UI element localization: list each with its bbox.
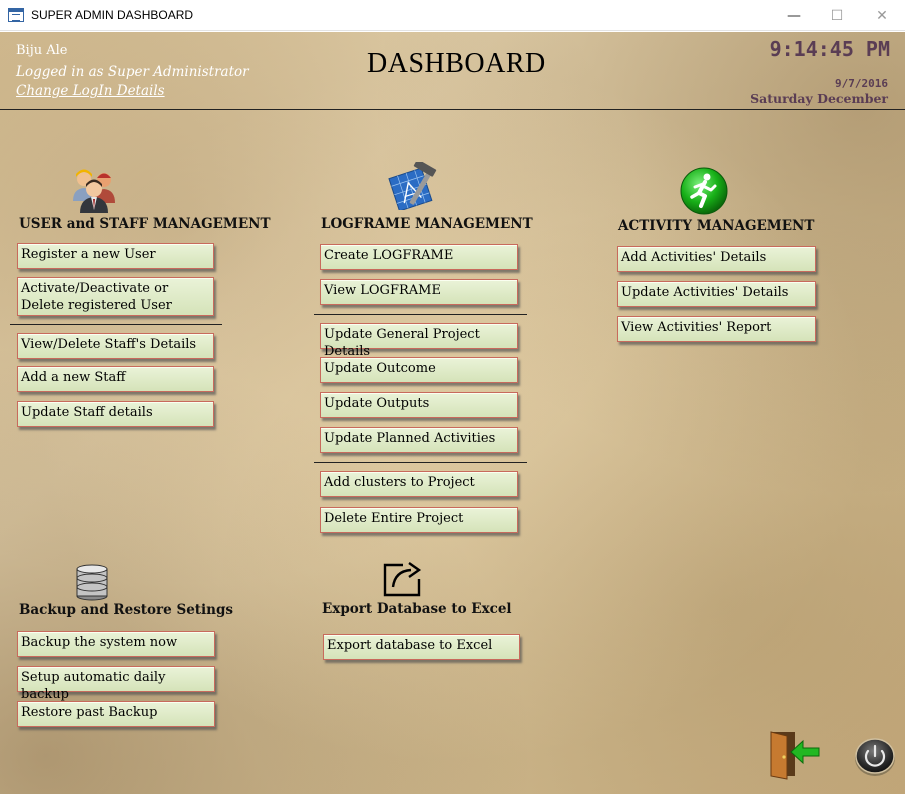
user-role: Logged in as Super Administrator: [16, 64, 249, 80]
header-divider: [0, 109, 905, 110]
logframe-title: LOGFRAME MANAGEMENT: [321, 216, 533, 232]
logframe-divider-1: [314, 314, 527, 315]
create-logframe-button[interactable]: Create LOGFRAME: [320, 244, 518, 270]
window-titlebar: SUPER ADMIN DASHBOARD — ☐ ✕: [0, 0, 905, 31]
update-general-details-button[interactable]: Update General Project Details: [320, 323, 518, 359]
backup-title: Backup and Restore Setings: [19, 602, 233, 618]
app-form-icon: [8, 8, 24, 22]
restore-backup-button[interactable]: Restore past Backup: [17, 701, 215, 727]
delete-project-button[interactable]: Delete Entire Project: [320, 507, 518, 533]
day-label: Saturday December: [750, 91, 888, 106]
export-title: Export Database to Excel: [322, 601, 512, 617]
view-logframe-button[interactable]: View LOGFRAME: [320, 279, 518, 305]
window-title: SUPER ADMIN DASHBOARD: [31, 8, 194, 22]
update-planned-activities-button[interactable]: Update Planned Activities: [320, 427, 518, 453]
add-staff-button[interactable]: Add a new Staff: [17, 366, 214, 392]
update-outputs-button[interactable]: Update Outputs: [320, 392, 518, 418]
backup-now-button[interactable]: Backup the system now: [17, 631, 215, 657]
database-icon: [76, 564, 108, 601]
add-clusters-button[interactable]: Add clusters to Project: [320, 471, 518, 497]
running-man-icon: [680, 167, 728, 215]
update-activities-button[interactable]: Update Activities' Details: [617, 281, 816, 307]
clock: 9:14:45 PM: [769, 37, 890, 61]
close-button[interactable]: ✕: [859, 0, 905, 31]
export-database-button[interactable]: Export database to Excel: [323, 634, 520, 660]
add-activities-button[interactable]: Add Activities' Details: [617, 246, 816, 272]
user-staff-title: USER and STAFF MANAGEMENT: [19, 216, 271, 232]
activity-title: ACTIVITY MANAGEMENT: [618, 218, 815, 234]
change-login-link[interactable]: Change LogIn Details: [16, 83, 165, 99]
exit-door-icon[interactable]: [767, 730, 821, 780]
users-group-icon: [73, 169, 115, 213]
register-user-button[interactable]: Register a new User: [17, 243, 214, 269]
update-outcome-button[interactable]: Update Outcome: [320, 357, 518, 383]
setup-daily-backup-button[interactable]: Setup automatic daily backup: [17, 666, 215, 702]
minimize-button[interactable]: —: [771, 0, 817, 31]
blueprint-hammer-icon: [388, 162, 437, 210]
power-button-icon[interactable]: [853, 734, 897, 778]
user-staff-divider: [10, 324, 222, 325]
date-label: 9/7/2016: [835, 77, 888, 90]
update-staff-button[interactable]: Update Staff details: [17, 401, 214, 427]
share-export-icon: [383, 562, 422, 597]
page-title: DASHBOARD: [367, 48, 546, 79]
dashboard-canvas: Biju Ale Logged in as Super Administrato…: [0, 32, 905, 794]
user-name: Biju Ale: [16, 43, 68, 58]
logframe-divider-2: [314, 462, 527, 463]
view-activities-report-button[interactable]: View Activities' Report: [617, 316, 816, 342]
maximize-button[interactable]: ☐: [814, 0, 860, 31]
activate-user-button[interactable]: Activate/Deactivate or Delete registered…: [17, 277, 214, 316]
view-delete-staff-button[interactable]: View/Delete Staff's Details: [17, 333, 214, 359]
